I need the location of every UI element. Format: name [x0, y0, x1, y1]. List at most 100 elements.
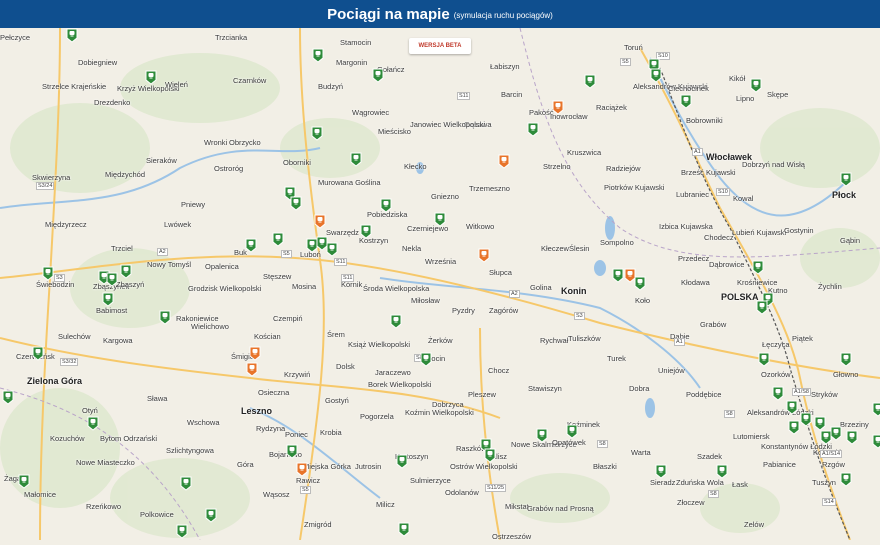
train-marker-icon[interactable] — [326, 242, 338, 257]
train-marker-icon[interactable] — [42, 266, 54, 281]
train-marker-icon[interactable] — [102, 292, 114, 307]
train-marker-icon[interactable] — [145, 70, 157, 85]
train-marker-icon[interactable] — [396, 454, 408, 469]
place-label: Jutrosin — [355, 462, 381, 471]
place-label: Zmigród — [304, 520, 332, 529]
place-label: Bobrowniki — [686, 116, 723, 125]
train-marker-icon[interactable] — [814, 416, 826, 431]
place-label: Wąsosz — [263, 490, 290, 499]
train-marker-icon[interactable] — [846, 430, 858, 445]
place-label: Stamocin — [340, 38, 371, 47]
train-marker-icon[interactable] — [32, 346, 44, 361]
train-marker-icon[interactable] — [246, 362, 258, 377]
place-label: Wągrowiec — [352, 108, 389, 117]
train-marker-icon[interactable] — [634, 276, 646, 291]
place-label: Łęczyca — [762, 340, 790, 349]
road-label: S5 — [281, 250, 292, 258]
train-marker-icon[interactable] — [484, 448, 496, 463]
train-marker-icon[interactable] — [612, 268, 624, 283]
road-label: A2 — [157, 248, 168, 256]
train-marker-icon[interactable] — [756, 300, 768, 315]
train-marker-icon[interactable] — [655, 464, 667, 479]
train-marker-icon[interactable] — [584, 74, 596, 89]
train-marker-icon[interactable] — [478, 248, 490, 263]
place-label: Pabianice — [763, 460, 796, 469]
train-marker-icon[interactable] — [311, 126, 323, 141]
train-marker-icon[interactable] — [820, 430, 832, 445]
place-label: Piątek — [792, 334, 813, 343]
train-marker-icon[interactable] — [434, 212, 446, 227]
train-marker-icon[interactable] — [360, 224, 372, 239]
train-marker-icon[interactable] — [527, 122, 539, 137]
place-label: Sława — [147, 394, 167, 403]
train-marker-icon[interactable] — [372, 68, 384, 83]
train-marker-icon[interactable] — [758, 352, 770, 367]
train-marker-icon[interactable] — [840, 472, 852, 487]
train-marker-icon[interactable] — [249, 346, 261, 361]
train-marker-icon[interactable] — [800, 412, 812, 427]
place-label: Osieczna — [258, 388, 289, 397]
train-marker-icon[interactable] — [314, 214, 326, 229]
train-marker-icon[interactable] — [772, 386, 784, 401]
train-marker-icon[interactable] — [788, 420, 800, 435]
place-label: Kościan — [254, 332, 281, 341]
train-marker-icon[interactable] — [312, 48, 324, 63]
place-label: Książ Wielkopolski — [348, 340, 410, 349]
place-label: Łabiszyn — [490, 62, 520, 71]
train-marker-icon[interactable] — [2, 390, 14, 405]
place-label: Janowiec Wielkopolski — [410, 120, 485, 129]
train-marker-icon[interactable] — [872, 434, 880, 449]
train-marker-icon[interactable] — [106, 272, 118, 287]
train-marker-icon[interactable] — [716, 464, 728, 479]
train-marker-icon[interactable] — [680, 94, 692, 109]
place-label: Sulmierzyce — [410, 476, 451, 485]
train-marker-icon[interactable] — [872, 402, 880, 417]
train-marker-icon[interactable] — [290, 196, 302, 211]
train-marker-icon[interactable] — [498, 154, 510, 169]
place-label: Grodzisk Wielkopolski — [188, 284, 261, 293]
place-label: Zagórów — [489, 306, 518, 315]
road-label: S8 — [597, 440, 608, 448]
train-marker-icon[interactable] — [398, 522, 410, 537]
train-marker-icon[interactable] — [750, 78, 762, 93]
train-marker-icon[interactable] — [786, 400, 798, 415]
train-marker-icon[interactable] — [536, 428, 548, 443]
train-marker-icon[interactable] — [296, 462, 308, 477]
train-marker-icon[interactable] — [286, 444, 298, 459]
train-marker-icon[interactable] — [245, 238, 257, 253]
train-marker-icon[interactable] — [18, 474, 30, 489]
train-marker-icon[interactable] — [120, 264, 132, 279]
place-label: Rzgów — [822, 460, 845, 469]
train-marker-icon[interactable] — [840, 352, 852, 367]
train-marker-icon[interactable] — [176, 524, 188, 539]
train-marker-icon[interactable] — [650, 68, 662, 83]
train-marker-icon[interactable] — [350, 152, 362, 167]
train-marker-icon[interactable] — [390, 314, 402, 329]
place-label: Tuliszków — [568, 334, 601, 343]
train-marker-icon[interactable] — [420, 352, 432, 367]
place-label: Milicz — [376, 500, 395, 509]
map-canvas[interactable]: Pełczyce Trzcianka Stamocin Toruń Dobieg… — [0, 28, 880, 540]
train-marker-icon[interactable] — [566, 424, 578, 439]
place-label: Trzciel — [111, 244, 133, 253]
app-header: Pociągi na mapie (symulacja ruchu pociąg… — [0, 0, 880, 28]
train-marker-icon[interactable] — [272, 232, 284, 247]
page-title: Pociągi na mapie — [327, 6, 450, 23]
train-marker-icon[interactable] — [87, 416, 99, 431]
place-label: Drezdenko — [94, 98, 130, 107]
train-marker-icon[interactable] — [552, 100, 564, 115]
train-marker-icon[interactable] — [380, 198, 392, 213]
place-label: Szlichtyngowa — [166, 446, 214, 455]
road-label: S8 — [724, 410, 735, 418]
place-label: Pniewy — [181, 200, 205, 209]
train-marker-icon[interactable] — [159, 310, 171, 325]
place-label: Uniejów — [658, 366, 685, 375]
train-marker-icon[interactable] — [180, 476, 192, 491]
train-marker-icon[interactable] — [752, 260, 764, 275]
train-marker-icon[interactable] — [66, 28, 78, 43]
place-label: Miejska Górka — [303, 462, 351, 471]
beta-version-button[interactable]: WERSJA BETA — [409, 38, 471, 54]
train-marker-icon[interactable] — [840, 172, 852, 187]
place-label: Dobiegniew — [78, 58, 117, 67]
train-marker-icon[interactable] — [205, 508, 217, 523]
